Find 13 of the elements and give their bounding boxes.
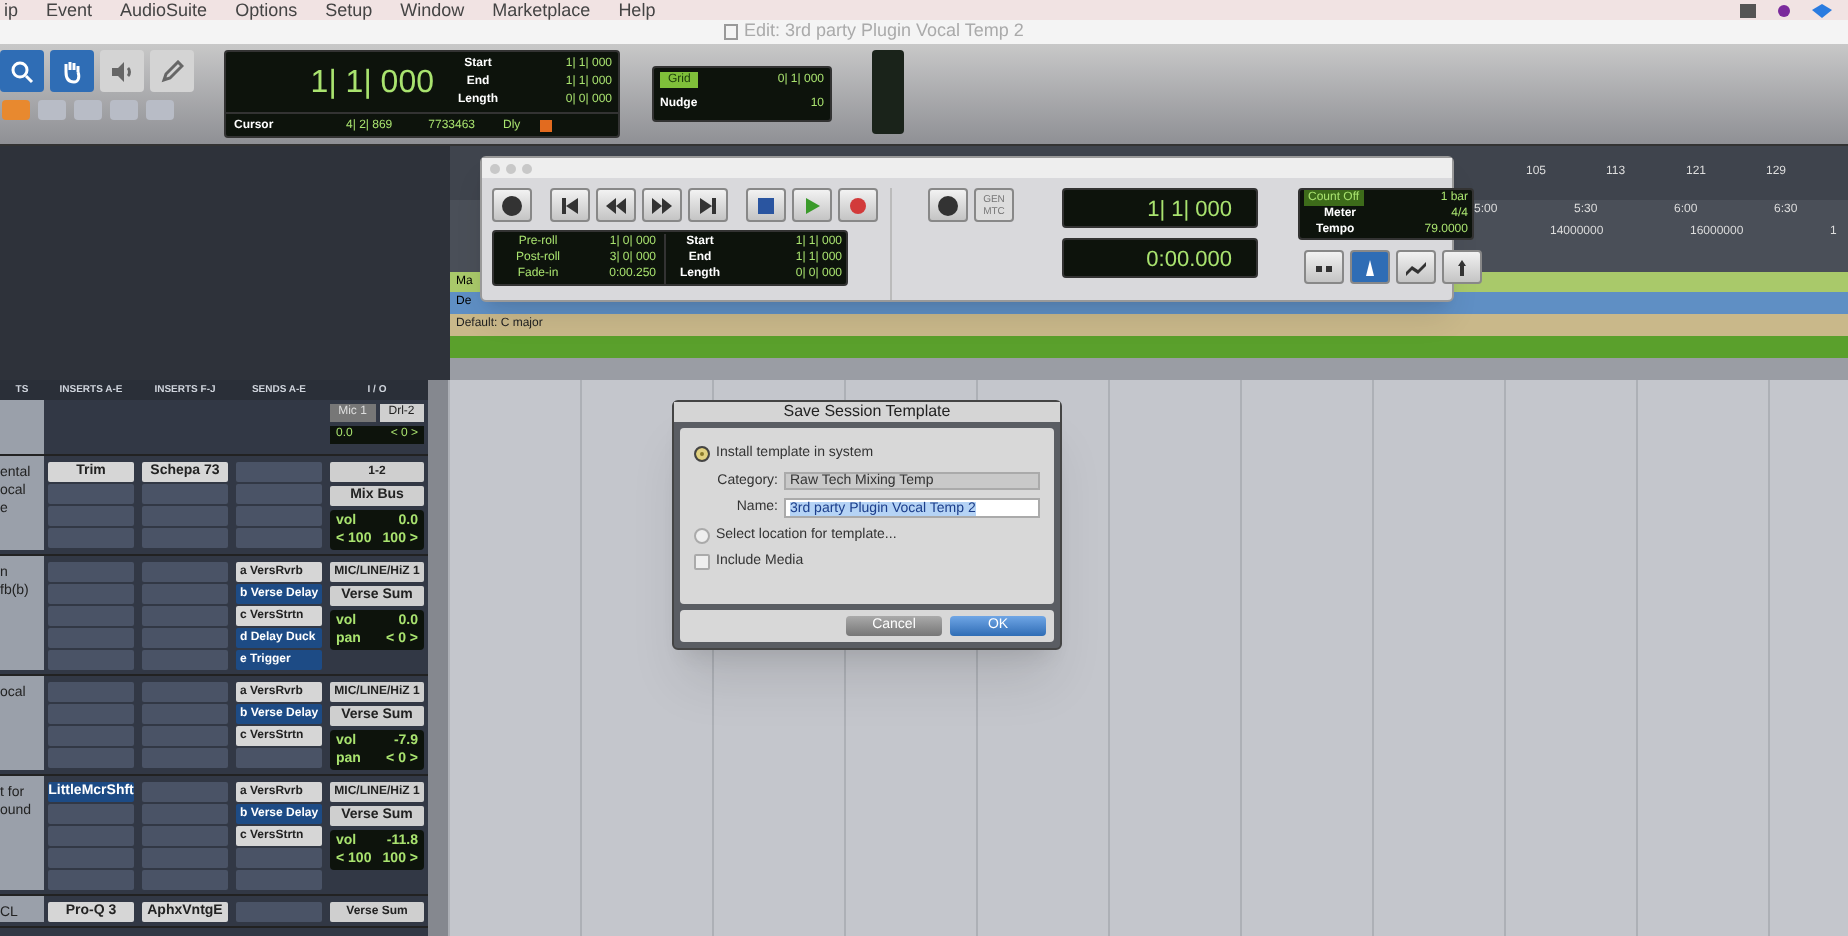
menu-item[interactable]: AudioSuite [120, 0, 208, 20]
counter-value: 1| 1| 000 [308, 64, 436, 104]
menu-item[interactable]: Setup [325, 0, 373, 20]
menu-item[interactable]: Window [400, 0, 465, 20]
menu-item[interactable]: Help [618, 0, 656, 20]
dialog-title: Save Session Template [674, 402, 1060, 422]
menu-item[interactable]: Marketplace [492, 0, 591, 20]
window-title: Edit: 3rd party Plugin Vocal Temp 2 [744, 18, 1024, 45]
counter-value: 1| 1| 000 [1147, 198, 1232, 222]
menu-item[interactable]: ip [4, 0, 19, 20]
menu-item[interactable]: Options [235, 0, 298, 20]
counter-value: 0:00.000 [1146, 248, 1232, 272]
menu-item[interactable]: Event [46, 0, 93, 20]
